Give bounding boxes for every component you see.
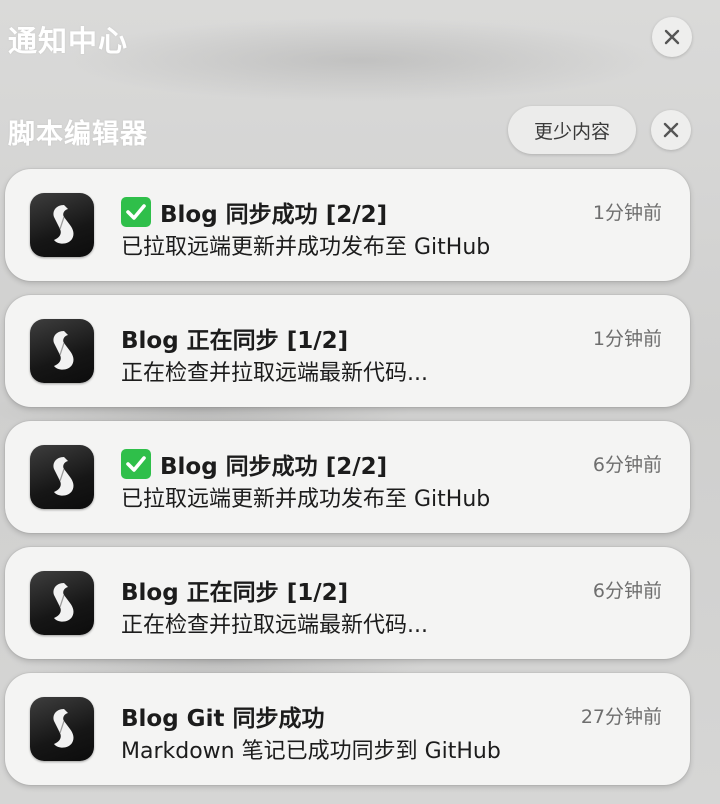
notification-title: Blog 正在同步 [1/2] [121, 328, 349, 354]
notification-title: Blog 同步成功 [2/2] [121, 195, 387, 229]
notification-title: Blog Git 同步成功 [121, 706, 325, 732]
notification-center-title: 通知中心 [8, 24, 129, 58]
notification-body: 正在检查并拉取远端最新代码... [121, 613, 428, 638]
notification-body: 已拉取远端更新并成功发布至 GitHub [121, 235, 491, 260]
check-mark-icon [121, 197, 151, 227]
notification-body: 正在检查并拉取远端最新代码... [121, 361, 428, 386]
notification-card[interactable]: Blog 正在同步 [1/2] 正在检查并拉取远端最新代码... 6分钟前 [5, 547, 690, 659]
show-less-button[interactable]: 更少内容 [508, 106, 636, 154]
notification-body: 已拉取远端更新并成功发布至 GitHub [121, 487, 491, 512]
notification-title-text: Blog 同步成功 [2/2] [160, 454, 388, 480]
script-editor-icon [30, 697, 94, 761]
group-title: 脚本编辑器 [8, 119, 148, 150]
notification-time: 27分钟前 [580, 706, 662, 728]
check-mark-icon [121, 449, 151, 479]
clear-all-button[interactable] [652, 17, 692, 57]
notification-card[interactable]: Blog 同步成功 [2/2] 已拉取远端更新并成功发布至 GitHub 6分钟… [5, 421, 690, 533]
notification-title: Blog 正在同步 [1/2] [121, 580, 349, 606]
notification-body: Markdown 笔记已成功同步到 GitHub [121, 739, 501, 764]
script-editor-icon [30, 193, 94, 257]
notification-time: 6分钟前 [592, 580, 662, 602]
close-icon [663, 122, 679, 138]
notification-time: 1分钟前 [592, 328, 662, 350]
script-editor-icon [30, 445, 94, 509]
script-editor-icon [30, 571, 94, 635]
clear-group-button[interactable] [651, 110, 691, 150]
script-editor-icon [30, 319, 94, 383]
notification-card[interactable]: Blog Git 同步成功 Markdown 笔记已成功同步到 GitHub 2… [5, 673, 690, 785]
notification-title-text: Blog 同步成功 [2/2] [160, 202, 388, 228]
notification-time: 1分钟前 [592, 202, 662, 224]
notification-card[interactable]: Blog 同步成功 [2/2] 已拉取远端更新并成功发布至 GitHub 1分钟… [5, 169, 690, 281]
notification-card[interactable]: Blog 正在同步 [1/2] 正在检查并拉取远端最新代码... 1分钟前 [5, 295, 690, 407]
notification-time: 6分钟前 [592, 454, 662, 476]
notification-title: Blog 同步成功 [2/2] [121, 447, 387, 481]
close-icon [664, 29, 680, 45]
